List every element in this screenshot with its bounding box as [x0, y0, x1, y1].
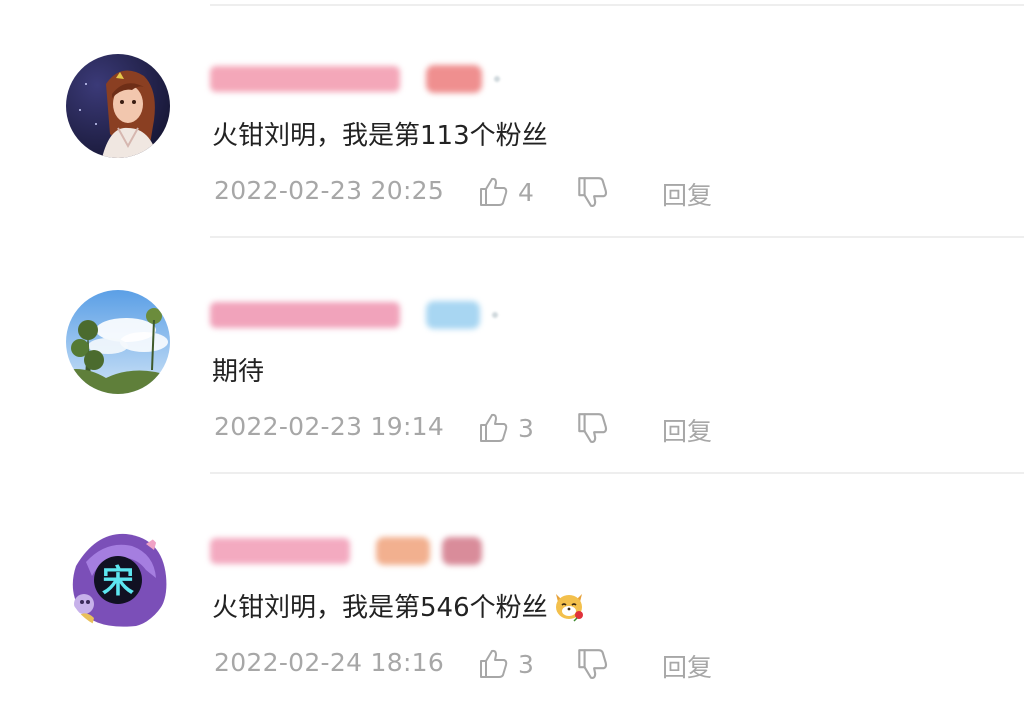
- sky-trees-avatar-icon: [66, 290, 170, 394]
- thumbs-up-icon: [480, 413, 508, 442]
- like-button[interactable]: 3: [476, 408, 534, 448]
- dislike-button[interactable]: [574, 410, 610, 446]
- user-avatar[interactable]: [66, 290, 170, 394]
- comment-time: 2022-02-23 19:14: [214, 412, 445, 441]
- username-blur: [210, 66, 400, 92]
- comment-text-content: 火钳刘明，我是第546个粉丝: [212, 593, 548, 623]
- thumbs-down-icon: [578, 177, 608, 207]
- thumbs-down-icon: [578, 413, 608, 443]
- comment-meta: 2022-02-23 19:14 3 回复: [212, 408, 772, 448]
- thumbs-up-icon: [480, 649, 508, 678]
- like-button[interactable]: 4: [476, 172, 534, 212]
- thumbs-down-icon: [578, 649, 608, 679]
- comment-text: 期待: [212, 357, 265, 387]
- comment-item: 宋 火钳刘明，我是第546个粉丝 2022-02-24 18:16 3 回复: [0, 472, 1024, 708]
- level-badge: [426, 65, 482, 93]
- anime-girl-avatar-icon: [66, 54, 170, 158]
- anime-character-avatar-icon: 宋: [66, 526, 170, 630]
- dislike-button[interactable]: [574, 174, 610, 210]
- like-count: 3: [518, 649, 534, 679]
- username-redacted[interactable]: [210, 296, 498, 334]
- comment-meta: 2022-02-23 20:25 4 回复: [212, 172, 772, 212]
- level-badge: [426, 301, 480, 329]
- badge-dot: [492, 312, 498, 318]
- thumbs-up-icon: [480, 177, 508, 206]
- like-button[interactable]: 3: [476, 644, 534, 684]
- username-redacted[interactable]: [210, 532, 494, 570]
- comment-item: 火钳刘明，我是第113个粉丝 2022-02-23 20:25 4 回复: [0, 0, 1024, 238]
- svg-text:宋: 宋: [102, 562, 134, 600]
- username-blur: [210, 538, 350, 564]
- level-badge: [376, 537, 430, 565]
- dislike-button[interactable]: [574, 646, 610, 682]
- medal-badge: [442, 537, 482, 565]
- user-avatar[interactable]: 宋: [66, 526, 170, 630]
- like-count: 4: [518, 177, 534, 207]
- badge-dot: [494, 76, 500, 82]
- comment-meta: 2022-02-24 18:16 3 回复: [212, 644, 772, 684]
- comment-text: 火钳刘明，我是第546个粉丝: [212, 588, 586, 634]
- reply-button[interactable]: 回复: [662, 412, 712, 448]
- comment-time: 2022-02-23 20:25: [214, 176, 445, 205]
- username-redacted[interactable]: [210, 60, 500, 98]
- comment-text: 火钳刘明，我是第113个粉丝: [212, 121, 548, 151]
- reply-button[interactable]: 回复: [662, 176, 712, 212]
- comment-time: 2022-02-24 18:16: [214, 648, 445, 677]
- reply-button[interactable]: 回复: [662, 648, 712, 684]
- user-avatar[interactable]: [66, 54, 170, 158]
- dog-rose-emoji-icon: [552, 588, 586, 634]
- comment-item: 期待 2022-02-23 19:14 3 回复: [0, 236, 1024, 474]
- username-blur: [210, 302, 400, 328]
- like-count: 3: [518, 413, 534, 443]
